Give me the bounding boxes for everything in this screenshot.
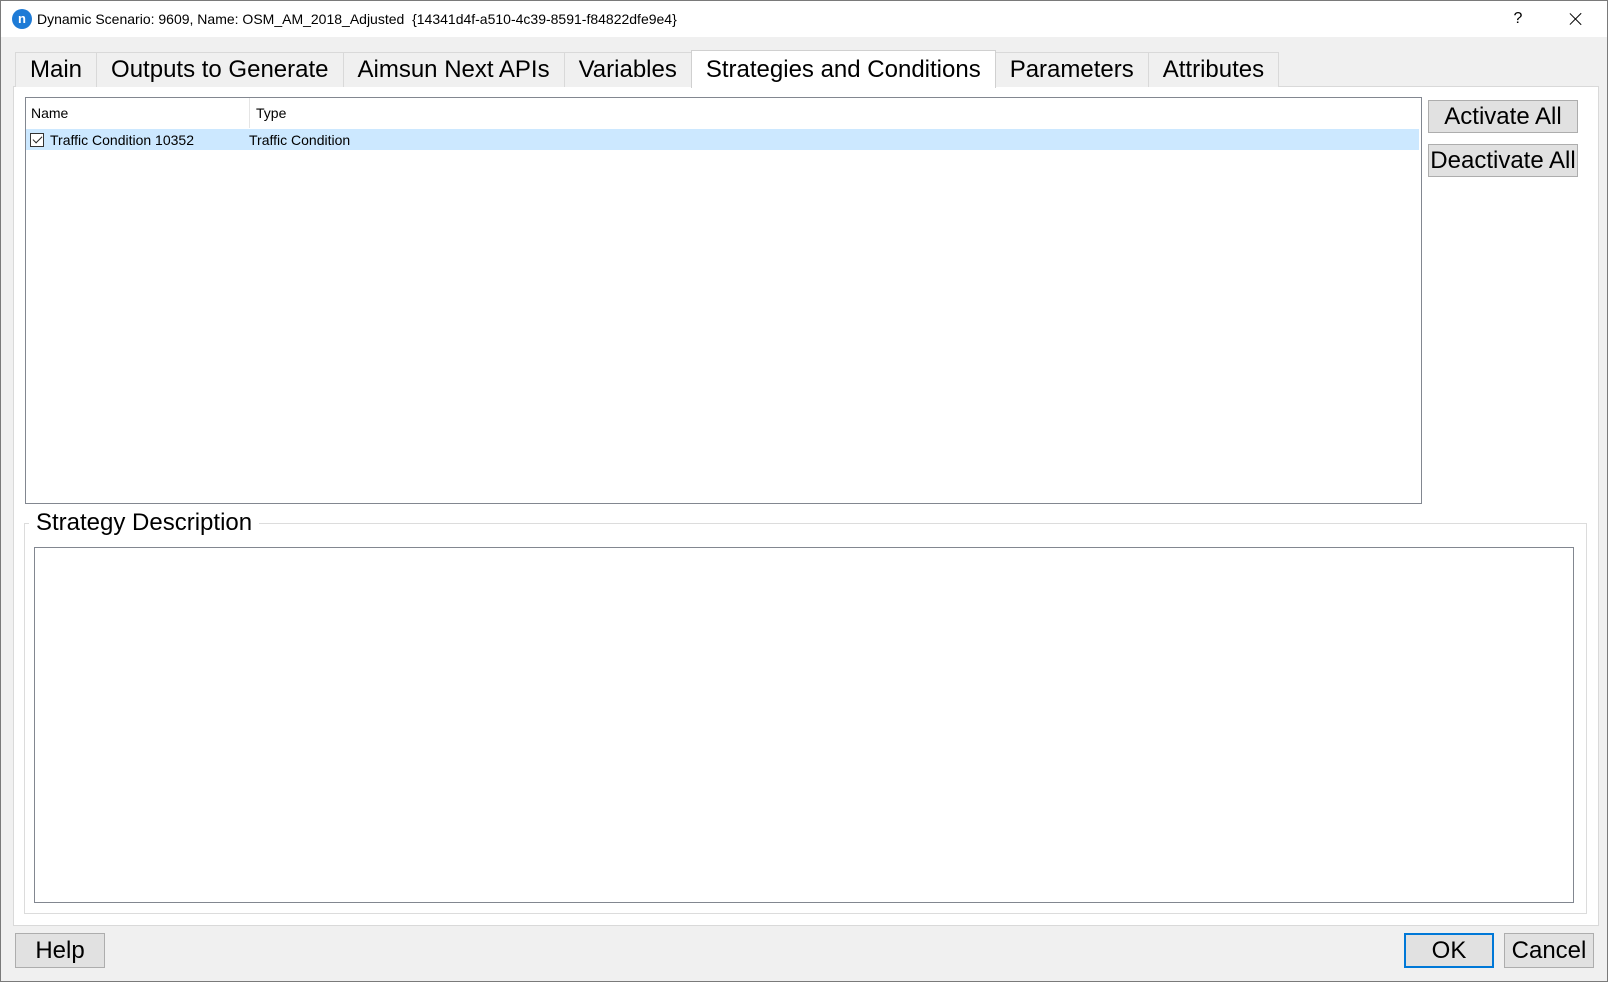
tab-parameters[interactable]: Parameters bbox=[994, 52, 1149, 87]
tab-attributes[interactable]: Attributes bbox=[1147, 52, 1280, 87]
tab-bar: Main Outputs to Generate Aimsun Next API… bbox=[15, 50, 1280, 88]
row-checkbox[interactable] bbox=[30, 132, 44, 147]
row-type: Traffic Condition bbox=[249, 131, 351, 148]
close-button[interactable] bbox=[1553, 1, 1599, 37]
dialog-window: n Dynamic Scenario: 9609, Name: OSM_AM_2… bbox=[0, 0, 1608, 982]
list-header: Name Type bbox=[26, 98, 1421, 128]
tab-outputs-to-generate[interactable]: Outputs to Generate bbox=[96, 52, 344, 87]
title-bar[interactable]: n Dynamic Scenario: 9609, Name: OSM_AM_2… bbox=[1, 1, 1607, 37]
tab-variables[interactable]: Variables bbox=[563, 52, 692, 87]
strategy-description-title: Strategy Description bbox=[29, 507, 260, 539]
column-header-name[interactable]: Name bbox=[26, 98, 250, 128]
help-question-button[interactable]: ? bbox=[1495, 1, 1541, 37]
help-button[interactable]: Help bbox=[15, 933, 105, 968]
window-title: Dynamic Scenario: 9609, Name: OSM_AM_201… bbox=[37, 11, 677, 27]
close-icon bbox=[1569, 12, 1583, 26]
tab-strategies-and-conditions[interactable]: Strategies and Conditions bbox=[690, 50, 996, 88]
deactivate-all-button[interactable]: Deactivate All bbox=[1428, 144, 1578, 177]
activate-all-button[interactable]: Activate All bbox=[1428, 100, 1578, 133]
tab-aimsun-next-apis[interactable]: Aimsun Next APIs bbox=[342, 52, 565, 87]
tab-main[interactable]: Main bbox=[15, 52, 98, 87]
ok-button[interactable]: OK bbox=[1404, 933, 1494, 968]
strategies-list[interactable]: Name Type Traffic Condition 10352 Traffi… bbox=[25, 97, 1422, 504]
strategy-description-text[interactable] bbox=[34, 547, 1574, 903]
cancel-button[interactable]: Cancel bbox=[1504, 933, 1594, 968]
list-row[interactable]: Traffic Condition 10352 Traffic Conditio… bbox=[26, 129, 1419, 150]
aimsun-app-icon: n bbox=[12, 9, 32, 29]
column-header-type[interactable]: Type bbox=[250, 98, 456, 128]
row-name: Traffic Condition 10352 bbox=[50, 131, 194, 148]
